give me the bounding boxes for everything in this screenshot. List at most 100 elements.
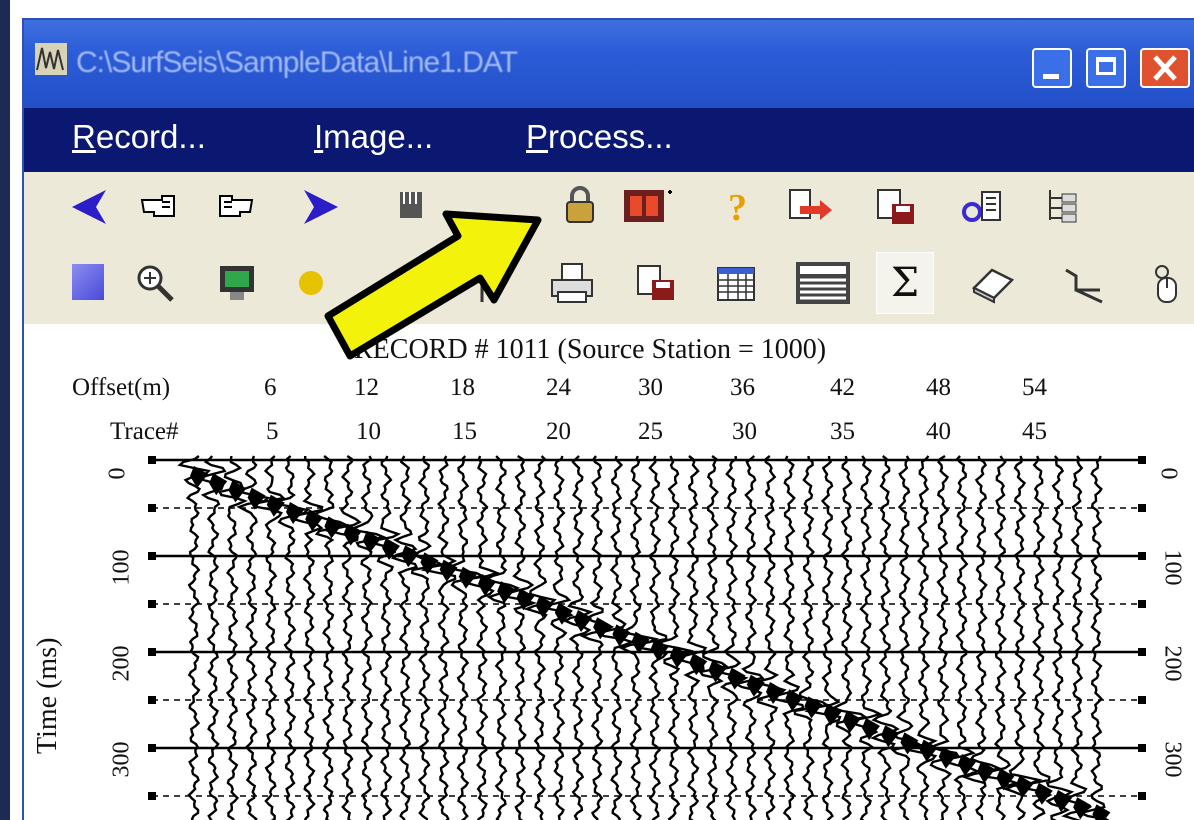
menu-image[interactable]: Image... xyxy=(314,118,433,156)
seismic-trace xyxy=(249,455,286,820)
toolbar-display: Σ xyxy=(24,242,1194,326)
tree-icon xyxy=(1049,190,1077,223)
minimize-button[interactable] xyxy=(1032,48,1072,88)
lock-button[interactable] xyxy=(564,186,596,226)
sum-icon: Σ xyxy=(890,260,920,306)
seismic-trace xyxy=(325,455,362,820)
film-icon xyxy=(624,190,672,222)
tools-icon xyxy=(962,191,1001,222)
menu-process[interactable]: Process... xyxy=(526,118,673,156)
trace-peak xyxy=(228,480,247,503)
title-bar[interactable]: C:\SurfSeis\SampleData\Line1.DAT xyxy=(24,20,1194,108)
seismic-trace xyxy=(369,455,402,820)
eraser-button[interactable] xyxy=(970,264,1016,304)
seismic-trace xyxy=(678,455,708,820)
blue-square-icon xyxy=(72,264,104,300)
seismic-trace xyxy=(503,454,537,820)
spreadsheet-button[interactable] xyxy=(794,260,852,306)
background-strip xyxy=(0,0,10,820)
sum-button[interactable]: Σ xyxy=(876,252,934,314)
monitor-button[interactable] xyxy=(216,262,258,304)
spreadsheet-icon xyxy=(796,262,850,304)
seismic-trace xyxy=(483,455,521,820)
grid-marker xyxy=(148,744,156,752)
grid-icon xyxy=(717,267,755,301)
close-button[interactable] xyxy=(1140,48,1190,88)
tree-button[interactable] xyxy=(1042,186,1082,226)
seismic-trace xyxy=(793,455,830,820)
seismic-trace xyxy=(848,455,883,820)
callout-arrow xyxy=(324,210,542,360)
movie-button[interactable] xyxy=(622,186,674,226)
seismic-trace xyxy=(1045,455,1075,820)
hand-right-icon xyxy=(219,195,254,217)
seismic-trace xyxy=(579,455,615,820)
export-button[interactable] xyxy=(786,186,838,226)
menu-bar: Record... Image... Process... xyxy=(24,108,1194,172)
hand-right-button[interactable] xyxy=(214,190,254,222)
grid-marker xyxy=(148,456,156,464)
seismic-trace xyxy=(541,455,574,820)
seismic-trace xyxy=(410,455,444,820)
seismic-trace xyxy=(772,455,805,820)
grid-marker xyxy=(148,792,156,800)
toolbar-navigation: ? xyxy=(24,172,1194,243)
previous-arrow-icon xyxy=(72,190,106,224)
menu-record[interactable]: Record... xyxy=(72,118,206,156)
tools-button[interactable] xyxy=(960,186,1006,226)
grid-marker xyxy=(1138,600,1146,608)
seismic-trace xyxy=(218,455,248,820)
seismic-trace xyxy=(1077,455,1110,820)
window-title: C:\SurfSeis\SampleData\Line1.DAT xyxy=(76,46,518,79)
svg-text:?: ? xyxy=(728,187,747,228)
seismic-trace xyxy=(715,455,749,820)
crop-button[interactable] xyxy=(1062,264,1106,304)
grid-marker xyxy=(148,504,156,512)
grid-marker xyxy=(1138,744,1146,752)
maximize-icon xyxy=(1096,57,1116,75)
grid-marker xyxy=(148,696,156,704)
minimize-icon xyxy=(1043,74,1059,79)
surfseis-window: C:\SurfSeis\SampleData\Line1.DAT Record.… xyxy=(22,18,1194,820)
grid-marker xyxy=(148,600,156,608)
seismic-trace xyxy=(236,455,271,820)
trace-peak xyxy=(478,574,496,596)
hand-left-icon xyxy=(140,195,175,217)
help-button[interactable]: ? xyxy=(724,186,752,228)
seismic-trace xyxy=(390,455,419,820)
close-icon xyxy=(1153,55,1177,81)
grid-marker xyxy=(1138,792,1146,800)
save-record-button[interactable] xyxy=(874,186,920,226)
seismic-plot: RECORD # 1011 (Source Station = 1000) Of… xyxy=(24,324,1194,820)
grid-button[interactable] xyxy=(714,264,758,304)
zoom-icon xyxy=(137,265,174,302)
grid-marker xyxy=(148,552,156,560)
seismic-trace xyxy=(460,455,501,820)
seismic-trace xyxy=(756,455,787,820)
app-icon xyxy=(35,43,67,75)
hand-left-button[interactable] xyxy=(140,190,180,222)
grid-marker xyxy=(1138,696,1146,704)
mouse-button[interactable] xyxy=(1150,262,1186,306)
grid-marker xyxy=(1138,504,1146,512)
monitor-icon xyxy=(220,266,254,300)
seismic-trace xyxy=(890,455,922,820)
grid-marker xyxy=(1138,648,1146,656)
export-icon xyxy=(789,189,832,220)
seismic-trace xyxy=(351,455,388,820)
save-button[interactable] xyxy=(634,262,678,304)
color-button[interactable] xyxy=(72,264,104,300)
grid-marker xyxy=(1138,552,1146,560)
seismogram xyxy=(148,454,1146,820)
mouse-icon xyxy=(1155,265,1177,303)
trace-peak xyxy=(650,638,669,661)
zoom-button[interactable] xyxy=(134,262,176,304)
lock-icon xyxy=(566,186,594,223)
previous-record-button[interactable] xyxy=(68,186,110,228)
eraser-icon xyxy=(971,268,1015,304)
seismic-trace xyxy=(698,455,729,820)
seismic-trace xyxy=(1017,455,1053,820)
save-record-icon xyxy=(877,189,914,224)
crop-icon xyxy=(1065,268,1103,304)
maximize-button[interactable] xyxy=(1086,48,1126,88)
